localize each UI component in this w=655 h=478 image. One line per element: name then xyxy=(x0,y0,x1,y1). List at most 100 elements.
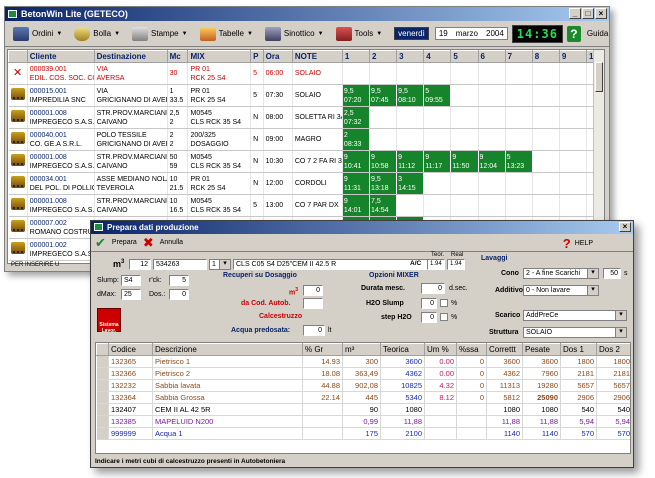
material-um-cell[interactable]: 8.12 xyxy=(424,391,457,404)
schedule-row[interactable]: 000040.001 CO. GE.A S.R.L. POLO TESSILE GRI… xyxy=(8,128,604,151)
schedule-row[interactable]: 000015.001 IMPREDILIA SNC VIA GRICIGNANO DI… xyxy=(8,84,604,107)
material-row[interactable]: 132232 Sabbia lavata 44.88 902,08 10825 4.32 0… xyxy=(96,379,630,392)
rec-cod-input[interactable] xyxy=(303,298,323,309)
stampe-button[interactable]: Stampe ▼ xyxy=(128,24,192,44)
material-row[interactable]: 999999 Acqua 1 175 2100 1140 1140 570 570 xyxy=(96,427,630,440)
schedule-col-header[interactable]: 1 xyxy=(341,50,371,63)
dmax-input[interactable]: 25 xyxy=(121,289,141,300)
material-ssa-cell[interactable]: 0 xyxy=(456,355,487,368)
material-um-cell[interactable]: 0.00 xyxy=(424,367,457,380)
schedule-col-header[interactable]: Destinazione xyxy=(93,50,168,63)
schedule-col-header[interactable]: 3 xyxy=(396,50,425,63)
material-um-cell[interactable] xyxy=(424,403,457,416)
row-gutter xyxy=(96,379,109,392)
date-field[interactable]: 19 marzo 2004 xyxy=(434,27,508,40)
schedule-col-header[interactable] xyxy=(8,50,28,63)
tabelle-button[interactable]: Tabelle ▼ xyxy=(196,24,257,44)
ordini-button[interactable]: Ordini ▼ xyxy=(9,24,66,44)
material-col-header[interactable]: Um % xyxy=(424,343,457,356)
cono-select[interactable]: 2 - A fine Scarichi xyxy=(523,268,599,279)
minimize-icon[interactable]: _ xyxy=(569,8,581,19)
empty-slot xyxy=(478,128,506,151)
schedule-col-header[interactable]: 7 xyxy=(504,50,533,63)
schedule-col-header[interactable]: Mc xyxy=(166,50,189,63)
material-col-header[interactable]: Dos 2 xyxy=(596,343,630,356)
schedule-col-header[interactable]: 6 xyxy=(477,50,506,63)
date-picker[interactable]: venerdì 19 marzo 2004 xyxy=(394,27,508,40)
schedule-col-header[interactable]: MIX xyxy=(187,50,252,63)
schedule-col-header[interactable]: NOTE xyxy=(291,50,343,63)
material-um-cell[interactable] xyxy=(424,415,457,428)
scarico-select[interactable]: AddPreCe xyxy=(523,310,627,321)
cono-seconds-input[interactable]: 50 xyxy=(603,268,621,279)
schedule-col-header[interactable]: 9 xyxy=(558,50,588,63)
material-row[interactable]: 132366 Pietrisco 2 18.08 363,49 4362 0.00 0 436… xyxy=(96,367,630,380)
slump-input[interactable]: S4 xyxy=(121,275,141,286)
schedule-col-header[interactable]: 2 xyxy=(369,50,398,63)
material-col-header[interactable]: Pesate xyxy=(522,343,561,356)
empty-slot xyxy=(342,62,371,85)
schedule-row[interactable]: 000001.008 IMPREGECO S.A.S. STR.PROV.MARCI… xyxy=(8,150,604,173)
material-row[interactable]: 132385 MAPELUID N200 0,99 11,88 11,88 11,88 5,… xyxy=(96,415,630,428)
material-row[interactable]: 132364 Sabbia Grossa 22.14 445 5340 8.12 0 5812… xyxy=(96,391,630,404)
start-button[interactable]: Sistema Lavor. xyxy=(97,308,121,334)
material-ssa-cell[interactable]: 0 xyxy=(456,367,487,380)
material-ssa-cell[interactable]: 0 xyxy=(456,379,487,392)
material-col-header[interactable]: Descrizione xyxy=(152,343,303,356)
rec-acqua-input[interactable]: 0 xyxy=(303,325,325,336)
guida-button[interactable]: ? Guida xyxy=(566,25,608,42)
dos-input[interactable]: 0 xyxy=(169,289,189,300)
schedule-row[interactable]: 000001.008 IMPREGECO S.A.S. STR.PROV.MARCI… xyxy=(8,106,604,129)
help-button[interactable]: ? HELP xyxy=(563,236,593,251)
schedule-col-header[interactable]: Ora xyxy=(262,50,293,63)
material-ssa-cell[interactable] xyxy=(456,427,487,440)
material-col-header[interactable]: m³ xyxy=(342,343,381,356)
schedule-row[interactable]: ✕ 000039.001EDIL. COS. SOC. COOPVIAAVERSA… xyxy=(8,62,604,85)
material-col-header[interactable]: % Gr xyxy=(302,343,343,356)
schedule-col-header[interactable]: Cliente xyxy=(26,50,95,63)
material-ssa-cell[interactable]: 0 xyxy=(456,391,487,404)
close-icon[interactable]: × xyxy=(595,8,607,19)
prepara-button[interactable]: Prepara xyxy=(112,239,137,246)
material-um-cell[interactable]: 4.32 xyxy=(424,379,457,392)
material-dos2-cell: 540 xyxy=(596,403,630,416)
schedule-col-header[interactable]: 4 xyxy=(423,50,452,63)
material-col-header[interactable]: Dos 1 xyxy=(560,343,597,356)
rec-m3-input[interactable]: 0 xyxy=(303,285,323,296)
maximize-icon[interactable]: □ xyxy=(582,8,594,19)
mix-code-input[interactable]: 534263 xyxy=(153,259,207,270)
schedule-row[interactable]: 000034.001DEL POL. DI POLLIO VIIASSE MED… xyxy=(8,172,604,195)
step-h2o-input[interactable]: 0 xyxy=(421,312,437,323)
material-ssa-cell[interactable] xyxy=(456,403,487,416)
material-col-header[interactable]: Codice xyxy=(108,343,153,356)
schedule-col-header[interactable]: P xyxy=(250,50,264,63)
material-ssa-cell[interactable] xyxy=(456,415,487,428)
material-col-header[interactable]: Correttt xyxy=(486,343,523,356)
schedule-row[interactable]: 000001.008 IMPREGECO S.A.S. STR.PROV.MARCI… xyxy=(8,194,604,217)
material-col-header[interactable]: Teorica xyxy=(380,343,425,356)
close-icon[interactable]: × xyxy=(619,222,631,232)
schedule-col-header[interactable]: 5 xyxy=(450,50,479,63)
struttura-select[interactable]: SOLAIO xyxy=(523,327,627,338)
tools-button[interactable]: Tools ▼ xyxy=(332,24,387,44)
step-h2o-checkbox[interactable] xyxy=(440,313,448,321)
additivo-select[interactable]: 0 - Non lavare xyxy=(523,285,599,296)
h2o-slump-input[interactable]: 0 xyxy=(421,298,437,309)
m3-input[interactable]: 12 xyxy=(129,259,151,270)
delivery-slot: 2 08:33 xyxy=(342,128,371,151)
material-um-cell[interactable]: 0.00 xyxy=(424,355,457,368)
h2o-slump-checkbox[interactable] xyxy=(440,299,448,307)
material-row[interactable]: 132365 Pietrisco 1 14.93 300 3600 0.00 0 3600 36… xyxy=(96,355,630,368)
material-um-cell[interactable] xyxy=(424,427,457,440)
bolla-button[interactable]: Bolla ▼ xyxy=(70,24,124,44)
schedule-col-header[interactable]: 8 xyxy=(531,50,560,63)
date-weekday[interactable]: venerdì xyxy=(394,27,429,40)
annulla-button[interactable]: Annulla xyxy=(160,239,183,246)
rck-input[interactable]: 5 xyxy=(169,275,189,286)
scroll-thumb[interactable] xyxy=(595,62,603,92)
material-col-header[interactable]: %ssa xyxy=(456,343,487,356)
material-row[interactable]: 132407 CEM II AL 42 5R 90 1080 1080 1080 540 54… xyxy=(96,403,630,416)
sinottico-button[interactable]: Sinottico ▼ xyxy=(261,24,328,44)
mix-number-select[interactable]: 1 xyxy=(209,259,231,270)
durata-input[interactable]: 0 xyxy=(421,283,445,294)
